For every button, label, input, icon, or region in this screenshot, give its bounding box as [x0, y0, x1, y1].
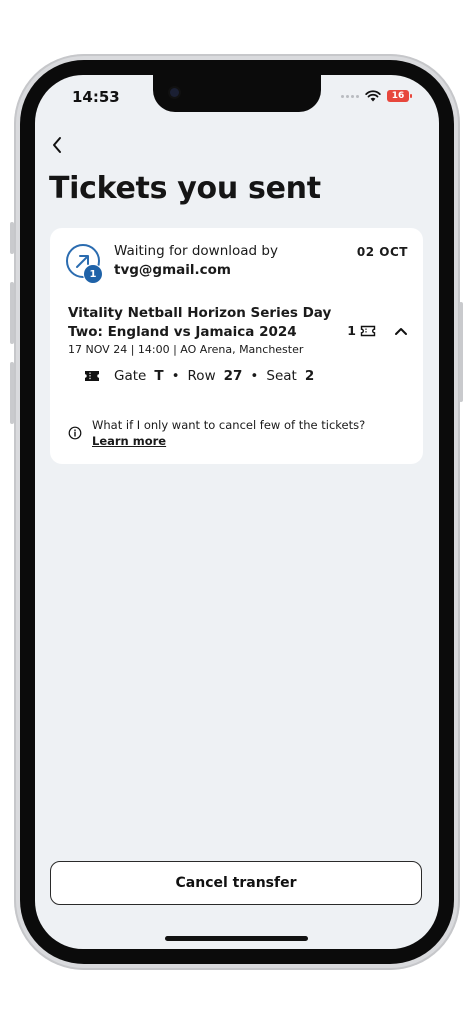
info-text-block: What if I only want to cancel few of the…: [92, 417, 365, 449]
battery-icon: 16: [387, 90, 412, 102]
ticket-icon: [85, 371, 99, 381]
ticket-quantity-toggle[interactable]: 1: [347, 323, 408, 338]
back-button[interactable]: [45, 133, 69, 157]
battery-level: 16: [391, 91, 405, 101]
volume-down-button: [10, 362, 14, 424]
info-icon: [68, 426, 82, 440]
power-button: [459, 302, 463, 402]
event-title: Vitality Netball Horizon Series Day Two:…: [68, 305, 332, 340]
volume-up-button: [10, 282, 14, 344]
cancel-transfer-button[interactable]: Cancel transfer: [50, 861, 422, 905]
ticket-quantity: 1: [347, 323, 356, 338]
seat-value: 2: [304, 368, 315, 384]
wifi-icon: [365, 90, 381, 102]
screen: 14:53 16 Tickets you sent 1 Waiting for …: [35, 75, 439, 949]
mute-switch: [10, 222, 14, 254]
page-title: Tickets you sent: [49, 171, 321, 206]
ticket-count-badge: 1: [83, 264, 103, 284]
transfer-date: 02 OCT: [356, 245, 408, 259]
signal-icon: [341, 94, 359, 98]
recipient-email: tvg@gmail.com: [114, 262, 231, 278]
separator: •: [250, 368, 259, 384]
camera: [170, 88, 179, 97]
row-value: 27: [223, 368, 243, 384]
seat-info: Gate T • Row 27 • Seat 2: [84, 368, 314, 384]
status-time: 14:53: [72, 88, 120, 106]
gate-value: T: [154, 368, 164, 384]
home-indicator[interactable]: [165, 936, 308, 941]
back-chevron-icon: [53, 137, 61, 153]
event-meta: 17 NOV 24 | 14:00 | AO Arena, Manchester: [68, 343, 304, 356]
gate-label: Gate: [114, 368, 147, 384]
ticket-icon: [360, 325, 376, 336]
learn-more-link[interactable]: Learn more: [92, 433, 365, 449]
status-icons: 16: [341, 90, 412, 102]
seat-label: Seat: [266, 368, 297, 384]
info-text: What if I only want to cancel few of the…: [92, 418, 366, 432]
separator: •: [171, 368, 180, 384]
info-row: What if I only want to cancel few of the…: [68, 417, 365, 449]
transfer-card: 1 Waiting for download by tvg@gmail.com …: [50, 228, 423, 464]
transfer-status: Waiting for download by: [114, 243, 278, 259]
chevron-up-icon[interactable]: [394, 326, 408, 336]
row-label: Row: [187, 368, 216, 384]
